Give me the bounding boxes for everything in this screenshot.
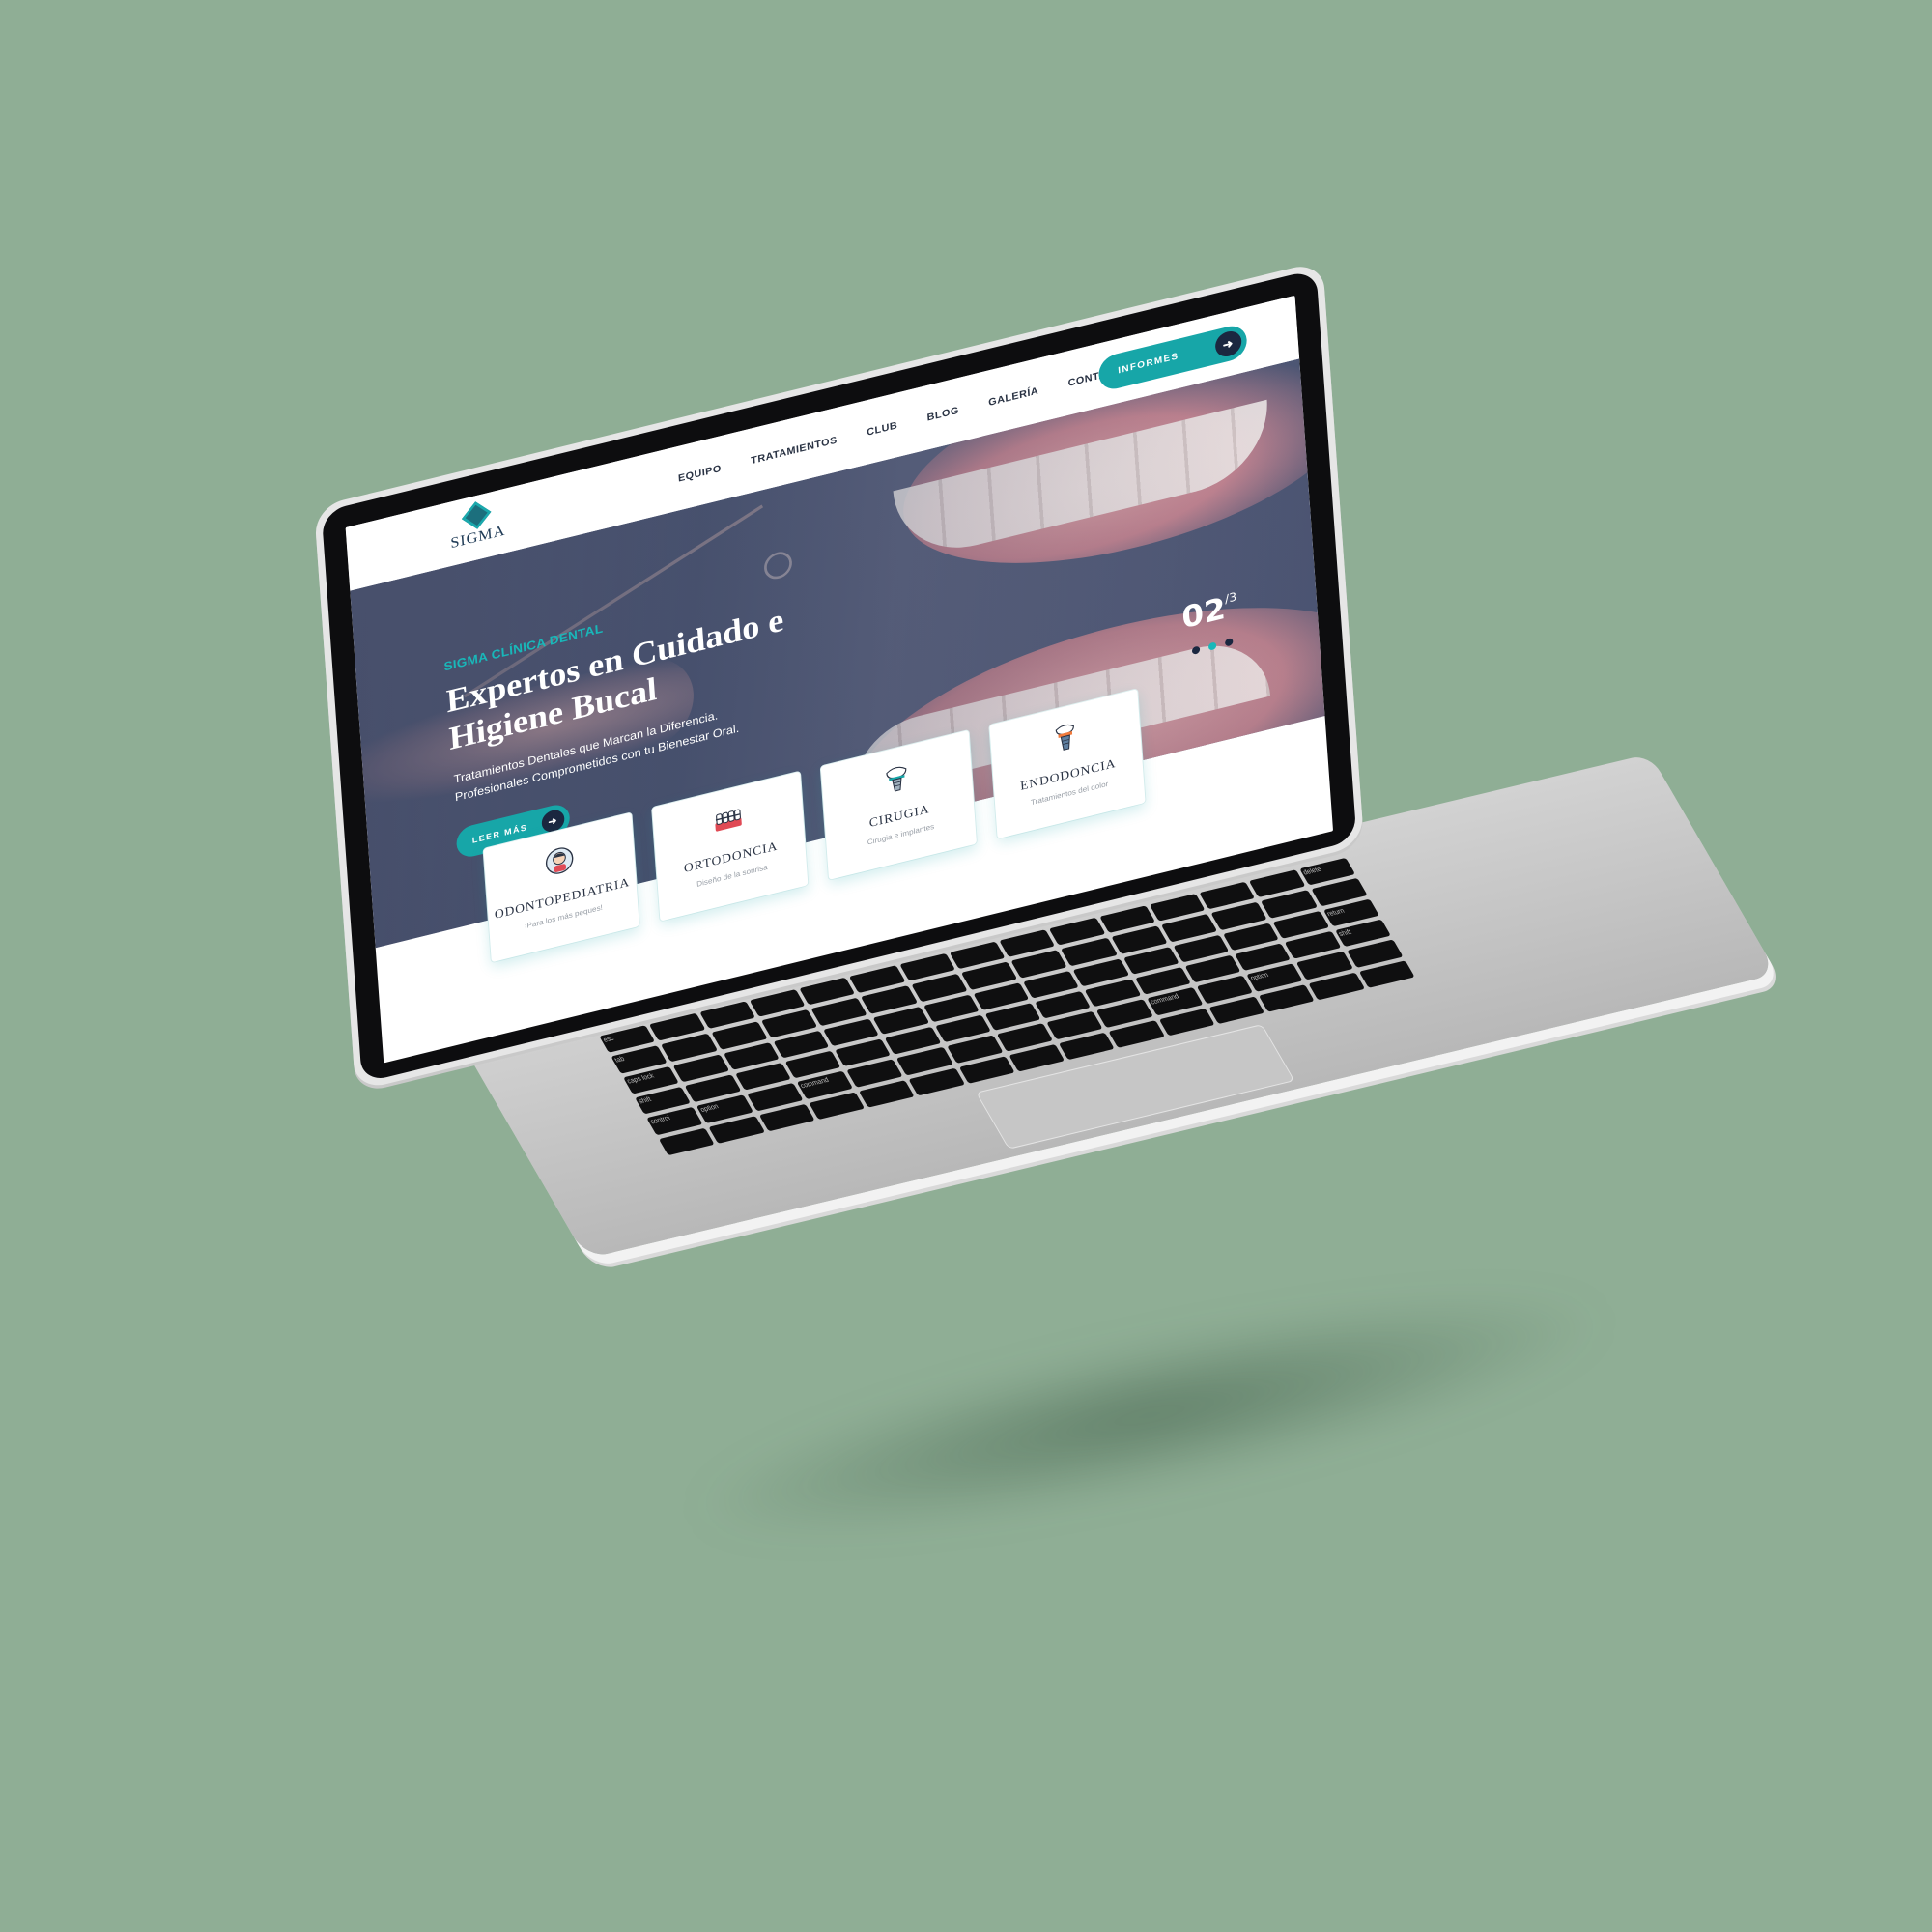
nav-item-tratamientos[interactable]: TRATAMIENTOS bbox=[751, 434, 838, 467]
informes-label: INFORMES bbox=[1118, 351, 1179, 376]
nav-item-equipo[interactable]: EQUIPO bbox=[678, 462, 723, 484]
nav-item-blog[interactable]: BLOG bbox=[926, 404, 959, 423]
implant-icon bbox=[881, 761, 913, 796]
arrow-right-icon: ➜ bbox=[1214, 328, 1243, 359]
braces-icon bbox=[712, 802, 744, 837]
tooth-implant-icon bbox=[1050, 720, 1082, 754]
laptop-shadow bbox=[671, 1245, 1628, 1585]
nav-item-club[interactable]: CLUB bbox=[867, 419, 898, 439]
nav-item-galeria[interactable]: GALERÍA bbox=[988, 384, 1039, 408]
child-icon bbox=[544, 843, 576, 878]
slide-total: /3 bbox=[1224, 590, 1237, 607]
site-logo[interactable]: SIGMA bbox=[437, 495, 519, 562]
